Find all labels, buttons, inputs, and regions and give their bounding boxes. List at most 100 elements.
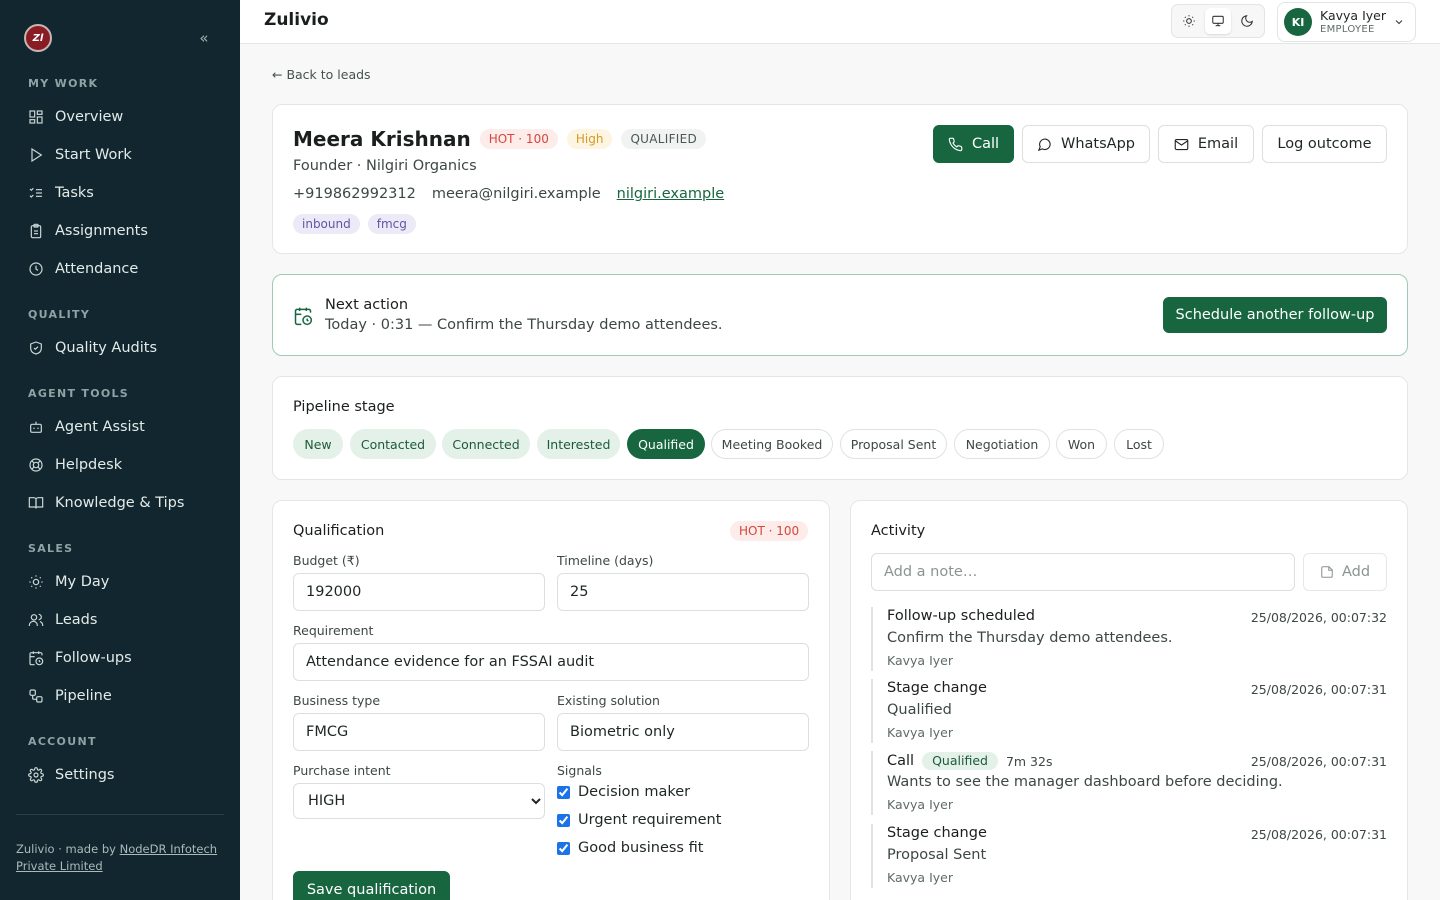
email-button[interactable]: Email: [1158, 125, 1254, 163]
clock-icon: [29, 262, 43, 276]
stage-proposal-sent[interactable]: Proposal Sent: [840, 429, 947, 459]
sidebar-item-assignments[interactable]: Assignments: [16, 215, 224, 247]
sidebar-item-label: Overview: [55, 109, 124, 125]
activity-title: Activity: [871, 523, 926, 539]
activity-item: Call Qualified 7m 32s 25/08/2026, 00:07:…: [871, 751, 1387, 815]
sidebar-item-label: Agent Assist: [55, 419, 145, 435]
sidebar-item-start-work[interactable]: Start Work: [16, 139, 224, 171]
purchase-intent-label: Purchase intent: [293, 763, 391, 778]
purchase-intent-select[interactable]: HIGH: [293, 783, 545, 819]
app-logo[interactable]: Zl: [24, 24, 52, 52]
stage-qualified[interactable]: Qualified: [627, 429, 705, 459]
good-business-fit-checkbox[interactable]: [557, 841, 570, 855]
lead-name: Meera Krishnan: [293, 127, 471, 151]
stage-meeting-booked[interactable]: Meeting Booked: [711, 429, 833, 459]
stage-contacted[interactable]: Contacted: [350, 429, 436, 459]
signal-urgent-requirement[interactable]: Urgent requirement: [557, 812, 721, 828]
sidebar-item-label: Helpdesk: [55, 457, 123, 473]
activity-item-title-row: Call Qualified 7m 32s: [887, 752, 1052, 770]
requirement-input[interactable]: [293, 643, 809, 681]
signal-good-business-fit[interactable]: Good business fit: [557, 840, 703, 856]
score-badge: HOT · 100: [730, 521, 809, 541]
shield-check-icon: [30, 341, 42, 355]
theme-light-button[interactable]: [1176, 8, 1202, 34]
tag-badge: inbound: [293, 214, 360, 234]
sidebar-item-knowledge-tips[interactable]: Knowledge & Tips: [16, 487, 224, 519]
add-note-input[interactable]: [871, 553, 1295, 591]
sidebar: Zl « MY WORK Overview Start Work Tasks A…: [0, 0, 240, 900]
whatsapp-button[interactable]: WhatsApp: [1022, 125, 1150, 163]
lead-phone: +919862992312: [293, 186, 416, 202]
activity-item-body: Proposal Sent: [887, 847, 987, 863]
schedule-follow-up-label: Schedule another follow-up: [1175, 307, 1375, 323]
sidebar-item-my-day[interactable]: My Day: [16, 566, 224, 598]
activity-card: Activity Add Follow-up scheduled 25/08/2…: [850, 500, 1408, 900]
priority-badge: High: [566, 129, 613, 149]
stage-lost[interactable]: Lost: [1114, 429, 1164, 459]
lead-email: meera@nilgiri.example: [431, 186, 601, 202]
sidebar-item-settings[interactable]: Settings: [16, 759, 224, 791]
sidebar-item-tasks[interactable]: Tasks: [16, 177, 224, 209]
sidebar-item-pipeline[interactable]: Pipeline: [16, 680, 224, 712]
schedule-follow-up-button[interactable]: Schedule another follow-up: [1163, 297, 1387, 333]
signal-label: Good business fit: [578, 840, 704, 856]
stage-interested[interactable]: Interested: [537, 429, 620, 459]
monitor-icon: [1212, 15, 1224, 27]
sun-icon: [29, 575, 43, 589]
calendar-clock-icon: [294, 307, 313, 326]
sidebar-item-leads[interactable]: Leads: [16, 604, 224, 636]
user-name: Kavya Iyer: [1320, 7, 1386, 23]
add-note-button[interactable]: Add: [1303, 553, 1387, 591]
lead-name-row: Meera Krishnan HOT · 100 High QUALIFIED: [293, 127, 707, 151]
sidebar-item-follow-ups[interactable]: Follow-ups: [16, 642, 224, 674]
sidebar-item-label: Assignments: [55, 223, 148, 239]
mail-icon: [1174, 138, 1189, 150]
collapse-sidebar-icon[interactable]: «: [196, 28, 212, 48]
moon-icon: [1240, 15, 1253, 27]
stage-negotiation[interactable]: Negotiation: [954, 429, 1050, 459]
lead-contact-row: +919862992312 meera@nilgiri.example nilg…: [293, 186, 724, 202]
activity-item-author: Kavya Iyer: [887, 870, 953, 885]
call-button[interactable]: Call: [933, 125, 1014, 163]
call-label: Call: [971, 136, 1000, 152]
save-qualification-button[interactable]: Save qualification: [293, 871, 450, 900]
existing-solution-input[interactable]: [557, 713, 809, 751]
sidebar-item-attendance[interactable]: Attendance: [16, 253, 224, 285]
sidebar-item-overview[interactable]: Overview: [16, 101, 224, 133]
activity-item-title: Stage change: [887, 680, 987, 696]
avatar: KI: [1284, 8, 1312, 36]
topbar: Zulivio KI Kavya Iyer EMPLOYEE: [240, 0, 1440, 44]
activity-item-body: Qualified: [887, 702, 952, 718]
footer-prefix: Zulivio · made by: [16, 842, 120, 856]
activity-item-time: 25/08/2026, 00:07:31: [1250, 754, 1387, 769]
lead-header-card: Meera Krishnan HOT · 100 High QUALIFIED …: [272, 104, 1408, 254]
activity-item: Stage change 25/08/2026, 00:07:31 Qualif…: [871, 679, 1387, 743]
sidebar-item-helpdesk[interactable]: Helpdesk: [16, 449, 224, 481]
stage-won[interactable]: Won: [1056, 429, 1107, 459]
log-outcome-button[interactable]: Log outcome: [1262, 125, 1387, 163]
urgent-requirement-checkbox[interactable]: [557, 813, 570, 827]
score-badge: HOT · 100: [479, 129, 558, 149]
sidebar-item-agent-assist[interactable]: Agent Assist: [16, 411, 224, 443]
signal-decision-maker[interactable]: Decision maker: [557, 784, 690, 800]
sidebar-item-label: Leads: [55, 612, 98, 628]
user-menu[interactable]: KI Kavya Iyer EMPLOYEE: [1277, 2, 1416, 42]
sidebar-item-label: My Day: [55, 574, 110, 590]
decision-maker-checkbox[interactable]: [557, 785, 570, 799]
theme-dark-button[interactable]: [1234, 8, 1260, 34]
sidebar-item-quality-audits[interactable]: Quality Audits: [16, 332, 224, 364]
lead-website-link[interactable]: nilgiri.example: [617, 186, 725, 202]
sidebar-item-label: Settings: [55, 767, 115, 783]
gear-icon: [28, 767, 44, 783]
stage-new[interactable]: New: [293, 429, 343, 459]
timeline-input[interactable]: [557, 573, 809, 611]
back-to-leads-link[interactable]: ← Back to leads: [272, 67, 371, 82]
book-icon: [28, 497, 44, 509]
theme-system-button[interactable]: [1204, 8, 1231, 34]
user-role: EMPLOYEE: [1320, 23, 1375, 35]
budget-input[interactable]: [293, 573, 545, 611]
business-type-input[interactable]: [293, 713, 545, 751]
section-title-agent-tools: AGENT TOOLS: [28, 387, 130, 400]
add-note-label: Add: [1341, 564, 1371, 580]
stage-connected[interactable]: Connected: [442, 429, 530, 459]
